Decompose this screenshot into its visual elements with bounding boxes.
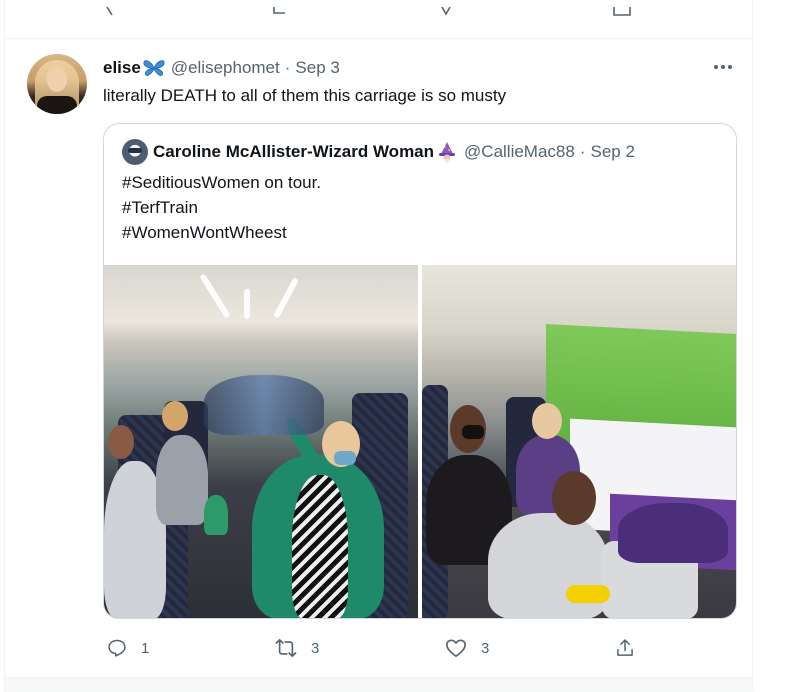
avatar-face xyxy=(47,68,67,92)
yellow-handle xyxy=(566,585,610,603)
green-bag xyxy=(204,495,228,535)
share-icon xyxy=(617,639,633,656)
wizard-icon xyxy=(436,141,458,163)
tweet-text: literally DEATH to all of them this carr… xyxy=(103,86,507,105)
quoted-tweet-text: #SeditiousWomen on tour. #TerfTrain #Wom… xyxy=(122,170,321,245)
passenger-head xyxy=(108,425,134,459)
ceiling-light xyxy=(244,289,250,319)
passenger-grey-top xyxy=(488,513,608,618)
prev-reply-icon[interactable] xyxy=(105,6,119,20)
tweet-header: elise @elisephomet · Sep 3 xyxy=(103,56,340,80)
prev-retweet-icon[interactable] xyxy=(273,6,287,20)
reply-icon xyxy=(108,639,126,657)
timeline-column: elise @elisephomet · Sep 3 literally DEA… xyxy=(4,0,753,692)
separator-dot: · xyxy=(284,58,291,77)
purple-cloth xyxy=(618,503,728,563)
quoted-tweet-date: Sep 2 xyxy=(590,142,635,161)
retweet-icon xyxy=(275,639,297,657)
tweet-date[interactable]: Sep 3 xyxy=(295,58,339,78)
quoted-author-display-name: Caroline McAllister-Wizard Woman xyxy=(153,142,435,161)
quoted-line-2: #TerfTrain xyxy=(122,198,198,217)
train-carriage-photo-left[interactable] xyxy=(104,265,418,618)
reply-button[interactable]: 1 xyxy=(107,634,149,662)
face-mask xyxy=(462,425,484,439)
quoted-tweet-header: Caroline McAllister-Wizard Woman @Callie… xyxy=(122,138,635,166)
reply-count: 1 xyxy=(141,639,150,657)
quoted-separator-dot: · xyxy=(579,142,586,161)
tweet-divider xyxy=(5,20,752,39)
patterned-top xyxy=(292,475,348,618)
tweet-actions: 1 3 3 xyxy=(103,634,643,662)
previous-tweet-actions xyxy=(5,0,752,21)
retweet-button[interactable]: 3 xyxy=(275,634,319,662)
passenger xyxy=(156,435,208,525)
next-tweet-divider xyxy=(5,677,752,692)
face-mask xyxy=(334,451,356,465)
quoted-line-3: #WomenWontWheest xyxy=(122,223,287,242)
quoted-author-avatar xyxy=(122,139,148,165)
author-display-name[interactable]: elise xyxy=(103,58,141,78)
passengers-background xyxy=(204,375,324,435)
prev-share-icon[interactable] xyxy=(613,6,631,20)
train-carriage-photo-right[interactable] xyxy=(422,265,736,618)
passenger-head xyxy=(532,403,562,439)
quoted-tweet[interactable]: Caroline McAllister-Wizard Woman @Callie… xyxy=(103,123,737,619)
retweet-count: 3 xyxy=(311,639,320,657)
author-avatar[interactable] xyxy=(27,54,87,114)
butterfly-icon xyxy=(143,59,165,77)
ceiling-light xyxy=(273,277,299,319)
quoted-media xyxy=(104,265,736,618)
quoted-author-handle: @CallieMac88 xyxy=(464,142,575,161)
avatar-clothing xyxy=(37,96,77,114)
more-options-icon[interactable] xyxy=(711,58,735,76)
prev-like-icon[interactable] xyxy=(439,6,453,20)
like-button[interactable]: 3 xyxy=(445,634,489,662)
author-handle[interactable]: @elisephomet xyxy=(171,58,280,78)
like-count: 3 xyxy=(481,639,490,657)
passenger-head xyxy=(162,401,188,431)
heart-icon xyxy=(446,639,466,657)
share-button[interactable] xyxy=(615,634,635,662)
passenger-head xyxy=(552,471,596,525)
ceiling-light xyxy=(199,273,231,319)
quoted-line-1: #SeditiousWomen on tour. xyxy=(122,173,322,192)
